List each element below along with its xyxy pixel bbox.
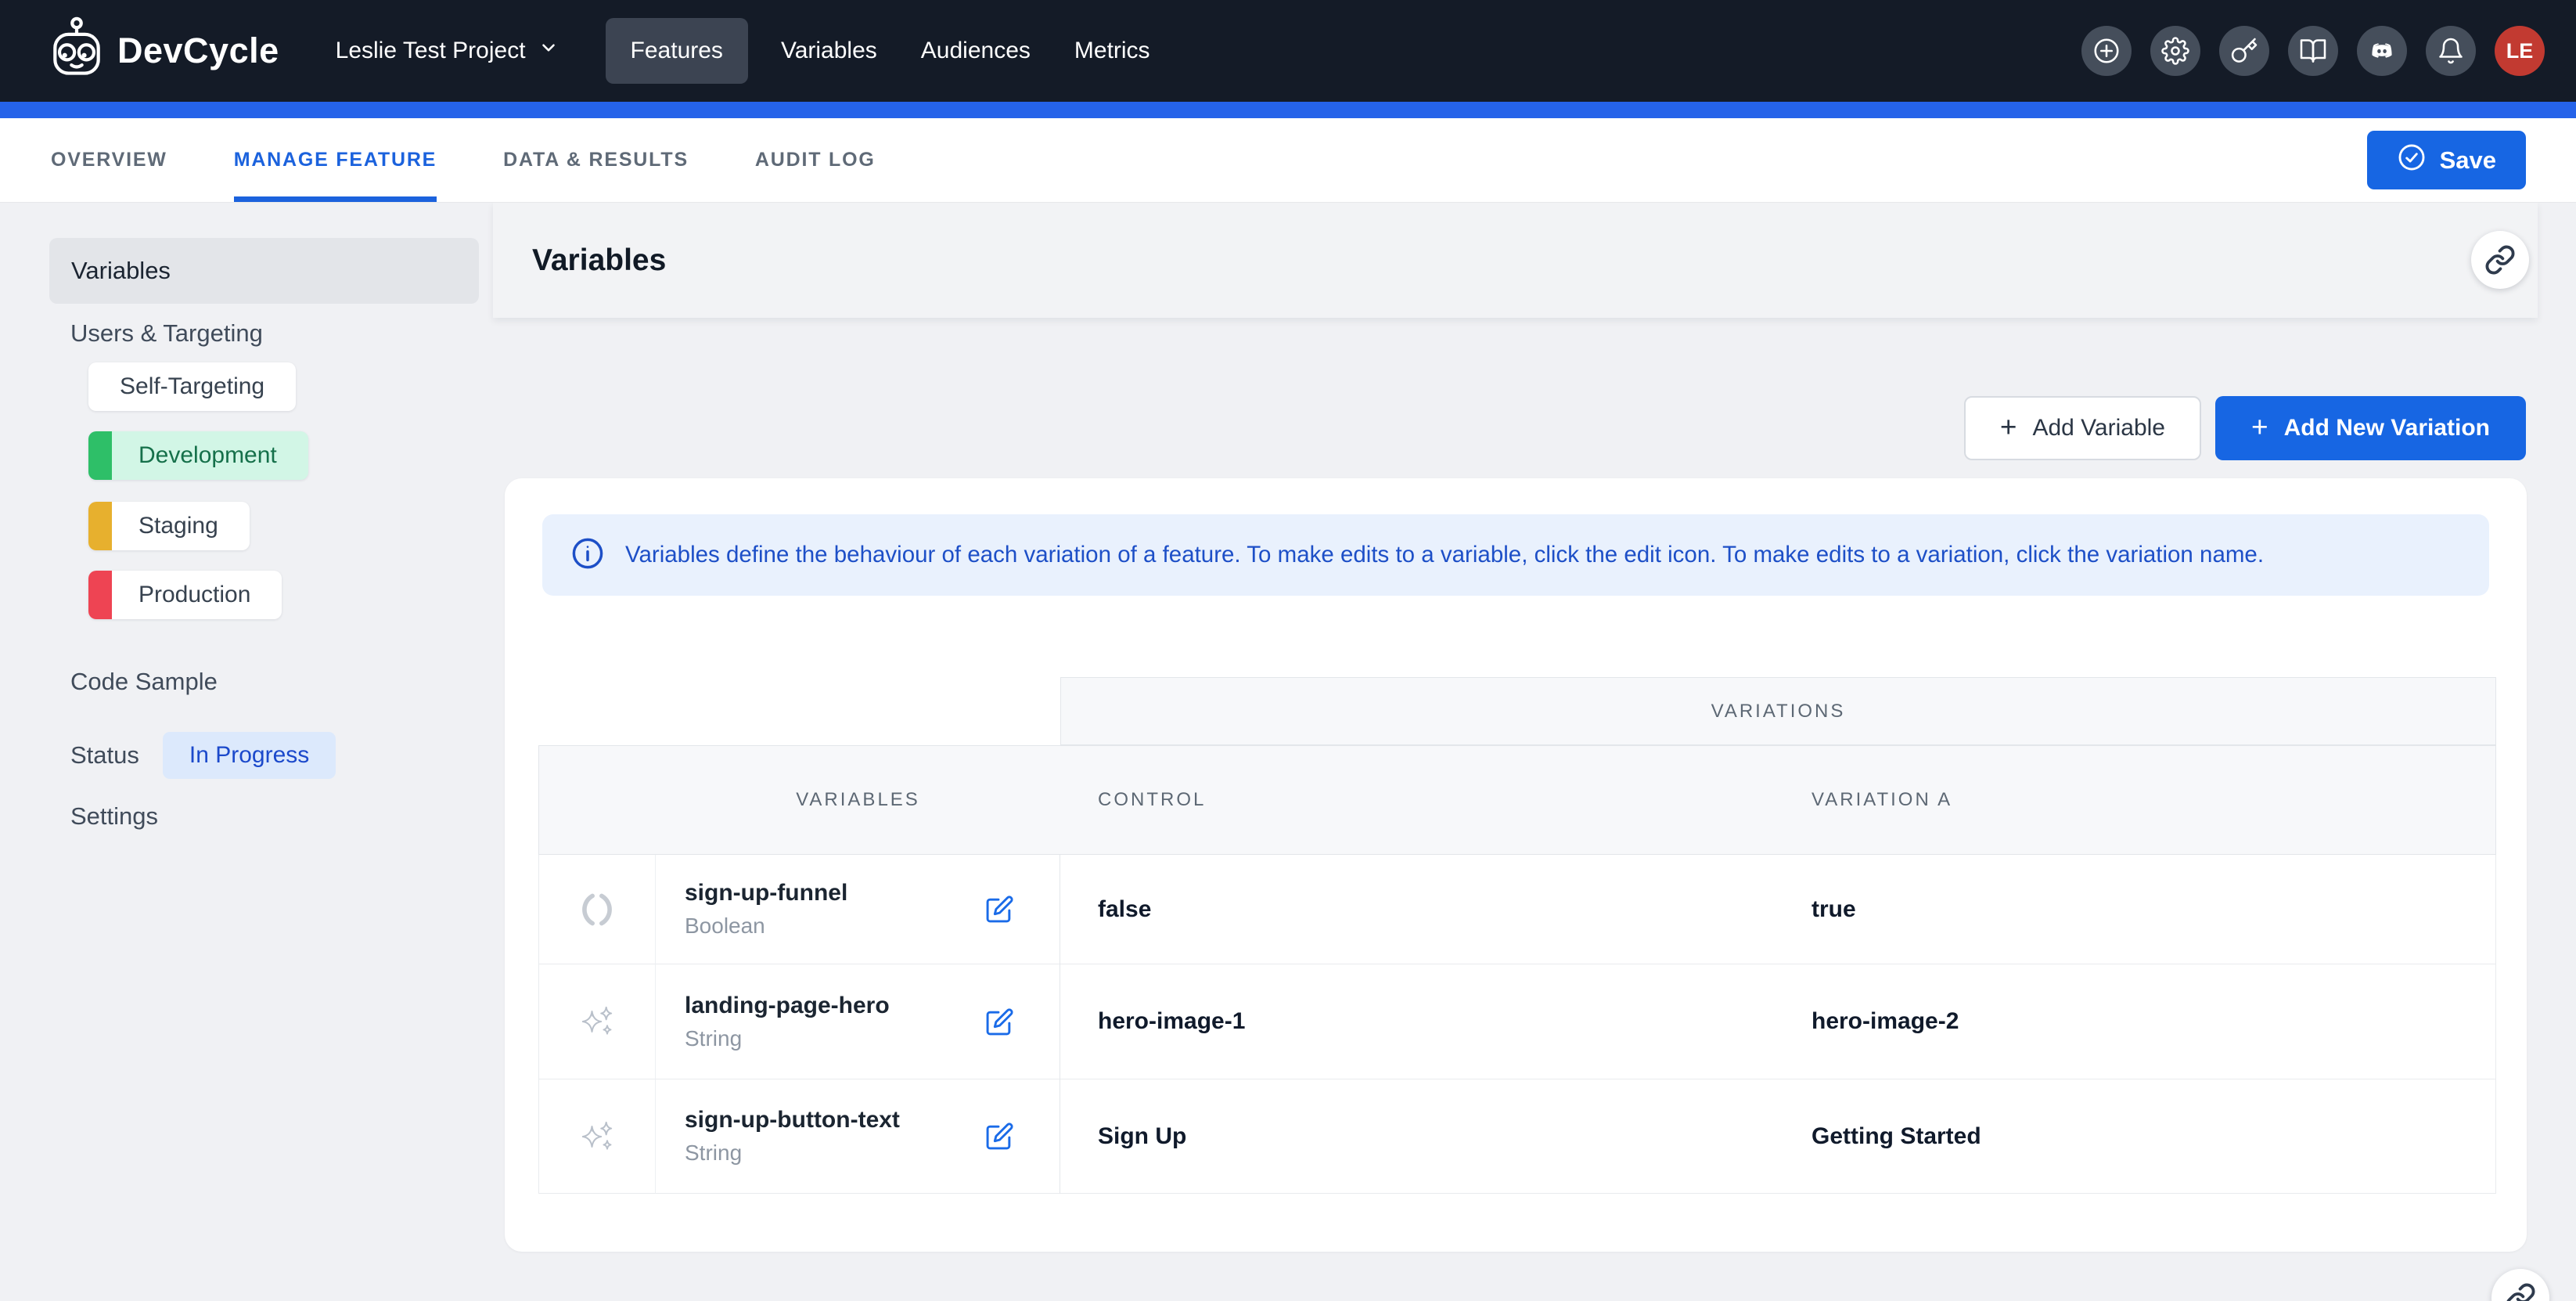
- key-icon[interactable]: [2219, 26, 2269, 76]
- top-nav: DevCycle Leslie Test Project Features Va…: [0, 0, 2576, 102]
- sidebar-item-code-sample[interactable]: Code Sample: [70, 665, 218, 699]
- variable-type: Boolean: [685, 914, 985, 939]
- icon-column-header: [538, 745, 656, 855]
- sidebar-item-self-targeting[interactable]: Self-Targeting: [88, 362, 296, 411]
- feature-sidebar: Variables Users & Targeting Self-Targeti…: [0, 203, 493, 1301]
- progress-bar: [0, 102, 2576, 118]
- variable-name[interactable]: landing-page-hero: [685, 993, 985, 1019]
- sidebar-item-development[interactable]: Development: [88, 431, 308, 480]
- edit-icon[interactable]: [985, 895, 1014, 924]
- table-row-variable-cell: landing-page-hero String: [656, 964, 1060, 1079]
- nav-item-variables[interactable]: Variables: [759, 18, 899, 84]
- bell-icon[interactable]: [2426, 26, 2476, 76]
- tab-manage-feature[interactable]: MANAGE FEATURE: [234, 118, 437, 202]
- development-label: Development: [139, 442, 277, 469]
- tab-audit-log[interactable]: AUDIT LOG: [755, 118, 876, 202]
- sidebar-item-status[interactable]: Status In Progress: [70, 731, 336, 780]
- control-value-cell: Sign Up: [1060, 1079, 1774, 1194]
- variable-name[interactable]: sign-up-funnel: [685, 880, 985, 906]
- sparkle-icon: [538, 964, 656, 1079]
- status-badge: In Progress: [163, 732, 336, 779]
- plus-circle-icon[interactable]: [2081, 26, 2132, 76]
- variables-table: VARIATIONS VARIABLES CONTROL VARIATION A: [538, 677, 2496, 1194]
- nav-item-features[interactable]: Features: [606, 18, 748, 84]
- variation-a-column-header: VARIATION A: [1774, 745, 2496, 855]
- section-header: Variables: [493, 203, 2538, 318]
- project-switcher[interactable]: Leslie Test Project: [336, 38, 559, 64]
- sidebar-item-users-targeting[interactable]: Users & Targeting: [70, 318, 263, 349]
- info-banner-text: Variables define the behaviour of each v…: [625, 542, 2264, 568]
- self-targeting-label: Self-Targeting: [120, 373, 264, 400]
- variable-type: String: [685, 1026, 985, 1051]
- check-circle-icon: [2397, 142, 2427, 178]
- chevron-down-icon: [538, 38, 559, 64]
- table-row-variable-cell: sign-up-button-text String: [656, 1079, 1060, 1194]
- nav-item-audiences[interactable]: Audiences: [899, 18, 1052, 84]
- main-panel: Variables + Add Variable + Add New Varia…: [493, 203, 2576, 1301]
- control-column-header: CONTROL: [1060, 745, 1774, 855]
- nav-item-metrics[interactable]: Metrics: [1052, 18, 1172, 84]
- edit-icon[interactable]: [985, 1007, 1014, 1036]
- status-label: Status: [70, 741, 139, 769]
- discord-icon[interactable]: [2357, 26, 2407, 76]
- staging-label: Staging: [139, 513, 218, 539]
- sidebar-item-variables[interactable]: Variables: [49, 238, 479, 304]
- info-banner: Variables define the behaviour of each v…: [542, 514, 2489, 596]
- section-link-icon[interactable]: [2471, 231, 2529, 289]
- variation-a-value-cell: hero-image-2: [1774, 964, 2496, 1079]
- add-variable-button[interactable]: + Add Variable: [1964, 396, 2201, 460]
- brand-logo[interactable]: DevCycle: [49, 16, 279, 86]
- save-button[interactable]: Save: [2367, 131, 2526, 189]
- control-value-cell: false: [1060, 855, 1774, 964]
- tab-data-results[interactable]: DATA & RESULTS: [503, 118, 689, 202]
- production-color-bar: [88, 571, 112, 619]
- gear-icon[interactable]: [2150, 26, 2200, 76]
- table-actions: + Add Variable + Add New Variation: [493, 396, 2526, 460]
- plus-icon: +: [2251, 413, 2268, 441]
- plus-icon: +: [2000, 413, 2017, 441]
- add-new-variation-label: Add New Variation: [2284, 415, 2490, 441]
- table-row-variable-cell: sign-up-funnel Boolean: [656, 855, 1060, 964]
- variable-name[interactable]: sign-up-button-text: [685, 1107, 985, 1133]
- project-name: Leslie Test Project: [336, 38, 526, 64]
- tab-overview[interactable]: OVERVIEW: [51, 118, 167, 202]
- add-new-variation-button[interactable]: + Add New Variation: [2215, 396, 2526, 460]
- sidebar-item-staging[interactable]: Staging: [88, 502, 250, 550]
- save-label: Save: [2440, 146, 2496, 175]
- staging-color-bar: [88, 502, 112, 550]
- feature-tab-bar: OVERVIEW MANAGE FEATURE DATA & RESULTS A…: [0, 118, 2576, 203]
- sidebar-item-settings[interactable]: Settings: [70, 799, 158, 834]
- table-corner-spacer: [538, 677, 1060, 745]
- info-icon: [570, 536, 605, 575]
- edit-icon[interactable]: [985, 1122, 1014, 1151]
- production-label: Production: [139, 582, 250, 608]
- primary-nav: Features Variables Audiences Metrics: [606, 18, 1172, 84]
- variables-column-header: VARIABLES: [656, 745, 1060, 855]
- user-avatar[interactable]: LE: [2495, 26, 2545, 76]
- brand-name: DevCycle: [117, 31, 279, 71]
- add-variable-label: Add Variable: [2032, 415, 2165, 441]
- variable-type: String: [685, 1141, 985, 1166]
- variation-a-value-cell: Getting Started: [1774, 1079, 2496, 1194]
- book-icon[interactable]: [2288, 26, 2338, 76]
- variables-card: Variables define the behaviour of each v…: [505, 478, 2527, 1252]
- nav-utilities: LE: [2081, 26, 2545, 76]
- development-color-bar: [88, 431, 112, 480]
- app: DevCycle Leslie Test Project Features Va…: [0, 0, 2576, 1301]
- page-title: Variables: [532, 243, 666, 278]
- variation-a-value-cell: true: [1774, 855, 2496, 964]
- variations-group-header: VARIATIONS: [1060, 677, 2496, 745]
- content: Variables Users & Targeting Self-Targeti…: [0, 203, 2576, 1301]
- sparkle-icon: [538, 1079, 656, 1194]
- next-section-link-icon[interactable]: [2491, 1269, 2549, 1301]
- sidebar-item-production[interactable]: Production: [88, 571, 282, 619]
- devcycle-robot-icon: [49, 16, 105, 86]
- control-value-cell: hero-image-1: [1060, 964, 1774, 1079]
- boolean-icon: [538, 855, 656, 964]
